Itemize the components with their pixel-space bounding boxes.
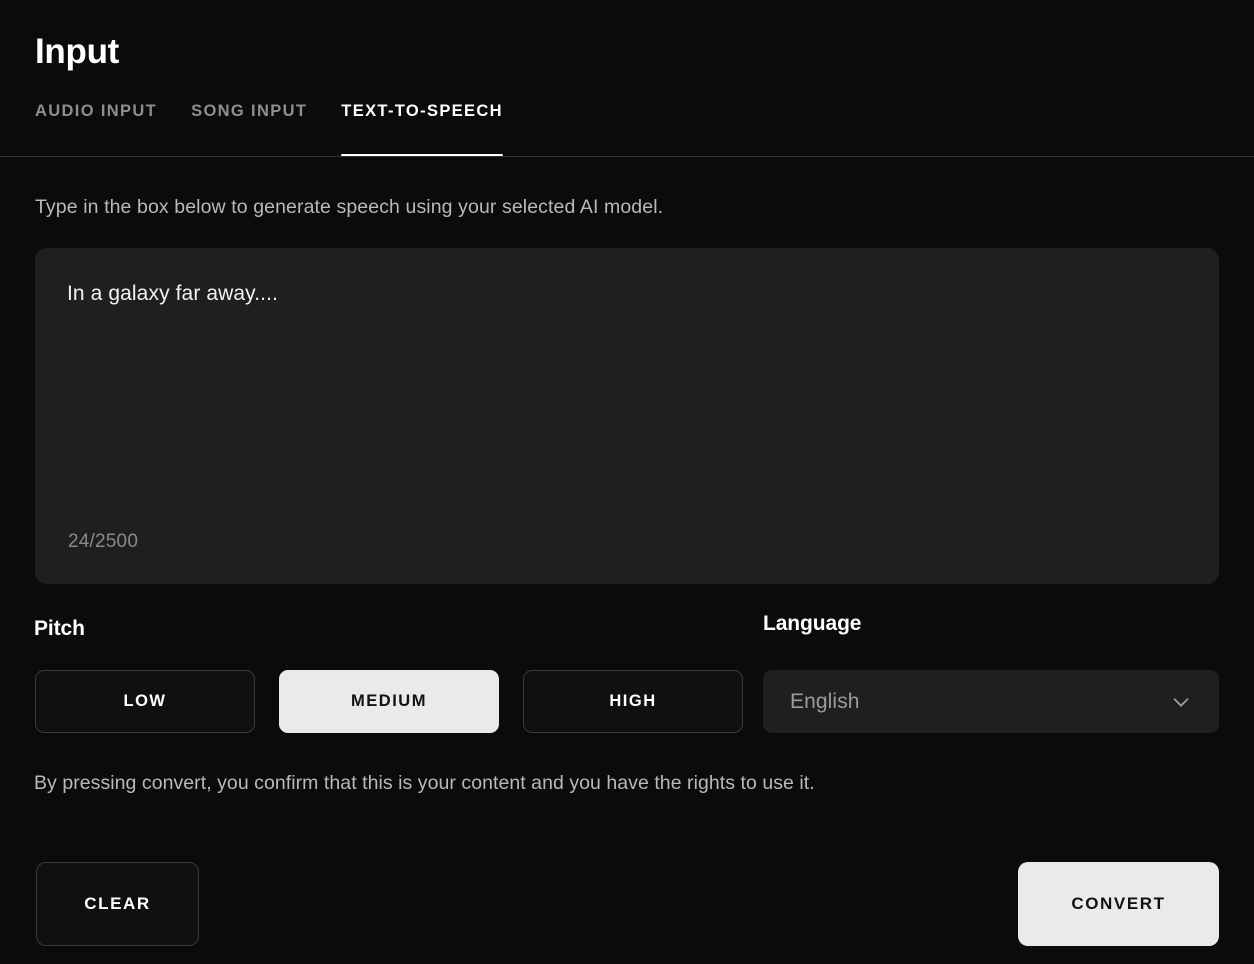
page-title: Input — [35, 32, 120, 71]
helper-text: Type in the box below to generate speech… — [35, 196, 664, 218]
language-selected-value: English — [790, 689, 860, 713]
pitch-label: Pitch — [34, 617, 85, 640]
clear-button[interactable]: CLEAR — [36, 862, 199, 946]
language-select[interactable]: English — [763, 670, 1219, 733]
pitch-option-low[interactable]: LOW — [35, 670, 255, 733]
input-panel: Input AUDIO INPUT SONG INPUT TEXT-TO-SPE… — [0, 0, 1254, 964]
tab-audio-input[interactable]: AUDIO INPUT — [35, 100, 157, 156]
language-label: Language — [763, 612, 862, 635]
rights-disclaimer: By pressing convert, you confirm that th… — [34, 772, 815, 794]
speech-text-input[interactable]: In a galaxy far away.... 24/2500 — [35, 248, 1219, 584]
character-counter: 24/2500 — [68, 531, 139, 552]
tab-bar: AUDIO INPUT SONG INPUT TEXT-TO-SPEECH — [35, 100, 503, 158]
tab-song-input[interactable]: SONG INPUT — [191, 100, 307, 156]
chevron-down-icon — [1170, 691, 1192, 713]
pitch-option-high[interactable]: HIGH — [523, 670, 743, 733]
convert-button[interactable]: CONVERT — [1018, 862, 1219, 946]
pitch-option-group: LOW MEDIUM HIGH — [35, 670, 743, 733]
pitch-option-medium[interactable]: MEDIUM — [279, 670, 499, 733]
speech-text-value[interactable]: In a galaxy far away.... — [67, 279, 1191, 309]
tab-text-to-speech[interactable]: TEXT-TO-SPEECH — [341, 100, 503, 156]
tab-divider — [0, 156, 1254, 157]
